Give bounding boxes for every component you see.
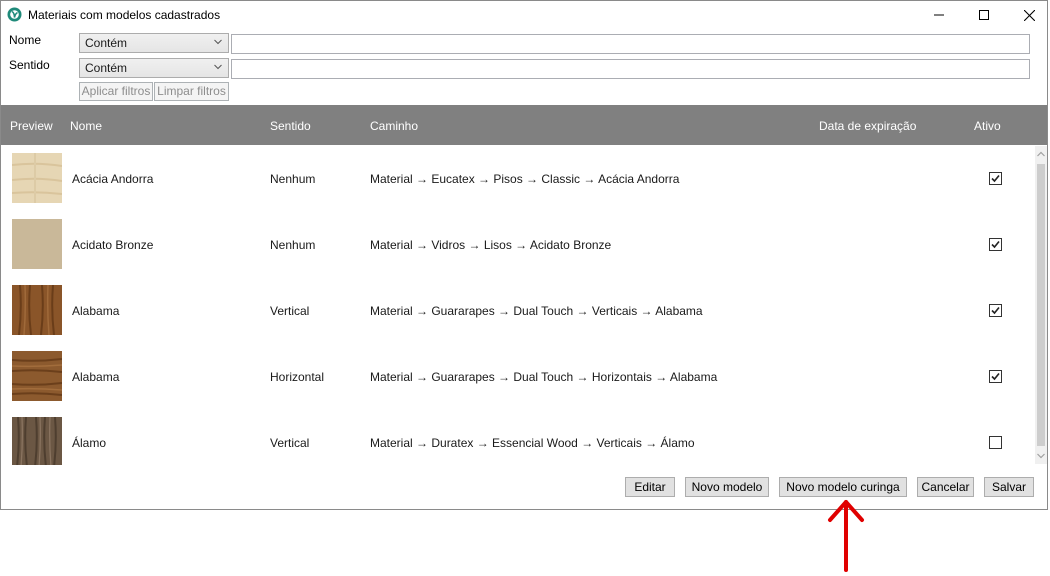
nome-filter-label: Nome (9, 33, 42, 47)
checkmark-icon (991, 174, 1000, 183)
maximize-icon (979, 10, 989, 20)
row-sentido: Nenhum (270, 172, 316, 186)
table-row[interactable]: Acácia Andorra Nenhum Material → Eucatex… (1, 145, 1031, 211)
sentido-filter-label: Sentido (9, 58, 50, 72)
scroll-up-icon[interactable] (1036, 150, 1046, 158)
close-icon (1023, 9, 1035, 21)
scroll-down-icon[interactable] (1036, 452, 1046, 460)
editar-button[interactable]: Editar (625, 477, 675, 497)
sentido-filter-input[interactable] (231, 59, 1030, 79)
column-header-caminho[interactable]: Caminho (370, 119, 418, 133)
table-row[interactable]: Alabama Horizontal Material → Guararapes… (1, 343, 1031, 409)
apply-filters-button[interactable]: Aplicar filtros (79, 82, 153, 101)
row-sentido: Vertical (270, 436, 310, 450)
row-caminho: Material → Vidros → Lisos → Acidato Bron… (370, 238, 612, 252)
row-sentido: Vertical (270, 304, 310, 318)
material-preview-thumbnail (12, 219, 62, 269)
row-nome: Alabama (72, 370, 120, 384)
row-caminho: Material → Guararapes → Dual Touch → Hor… (370, 370, 718, 384)
checkmark-icon (991, 372, 1000, 381)
row-sentido: Nenhum (270, 238, 316, 252)
app-logo-icon (7, 7, 22, 22)
salvar-button[interactable]: Salvar (984, 477, 1034, 497)
ativo-checkbox[interactable] (989, 172, 1002, 185)
row-sentido: Horizontal (270, 370, 325, 384)
title-bar: Materiais com modelos cadastrados (1, 1, 1047, 29)
materials-grid: Acácia Andorra Nenhum Material → Eucatex… (1, 145, 1047, 465)
column-header-ativo[interactable]: Ativo (974, 119, 1001, 133)
ativo-checkbox[interactable] (989, 436, 1002, 449)
grid-header: Preview Nome Sentido Caminho Data de exp… (1, 105, 1047, 145)
ativo-checkbox[interactable] (989, 304, 1002, 317)
row-caminho: Material → Eucatex → Pisos → Classic → A… (370, 172, 680, 186)
row-nome: Alabama (72, 304, 120, 318)
red-arrow-up-icon (828, 500, 864, 572)
nome-filter-input[interactable] (231, 34, 1030, 54)
column-header-sentido[interactable]: Sentido (270, 119, 311, 133)
material-preview-thumbnail (12, 153, 62, 203)
checkmark-icon (991, 240, 1000, 249)
table-row[interactable]: Alabama Vertical Material → Guararapes →… (1, 277, 1031, 343)
ativo-checkbox[interactable] (989, 238, 1002, 251)
close-button[interactable] (1006, 1, 1050, 29)
table-row[interactable]: Acidato Bronze Nenhum Material → Vidros … (1, 211, 1031, 277)
column-header-preview[interactable]: Preview (10, 119, 53, 133)
window-title: Materiais com modelos cadastrados (28, 8, 221, 22)
scrollbar-thumb[interactable] (1037, 164, 1045, 446)
column-header-data-expiracao[interactable]: Data de expiração (819, 119, 916, 133)
novo-modelo-button[interactable]: Novo modelo (685, 477, 769, 497)
maximize-button[interactable] (961, 1, 1007, 29)
row-caminho: Material → Guararapes → Dual Touch → Ver… (370, 304, 703, 318)
sentido-mode-value: Contém (85, 61, 128, 75)
minimize-button[interactable] (916, 1, 962, 29)
checkmark-icon (991, 306, 1000, 315)
column-header-nome[interactable]: Nome (70, 119, 102, 133)
chevron-down-icon (214, 64, 222, 70)
row-nome: Acidato Bronze (72, 238, 154, 252)
chevron-down-icon (214, 39, 222, 45)
cancelar-button[interactable]: Cancelar (917, 477, 974, 497)
material-preview-thumbnail (12, 417, 62, 465)
minimize-icon (934, 14, 944, 16)
material-preview-thumbnail (12, 351, 62, 401)
material-preview-thumbnail (12, 285, 62, 335)
table-row[interactable]: Álamo Vertical Material → Duratex → Esse… (1, 409, 1031, 465)
row-nome: Acácia Andorra (72, 172, 154, 186)
nome-mode-select[interactable]: Contém (79, 33, 229, 53)
row-nome: Álamo (72, 436, 107, 450)
nome-mode-value: Contém (85, 36, 128, 50)
sentido-mode-select[interactable]: Contém (79, 58, 229, 78)
ativo-checkbox[interactable] (989, 370, 1002, 383)
row-caminho: Material → Duratex → Essencial Wood → Ve… (370, 436, 695, 450)
novo-modelo-curinga-button[interactable]: Novo modelo curinga (779, 477, 907, 497)
clear-filters-button[interactable]: Limpar filtros (154, 82, 229, 101)
